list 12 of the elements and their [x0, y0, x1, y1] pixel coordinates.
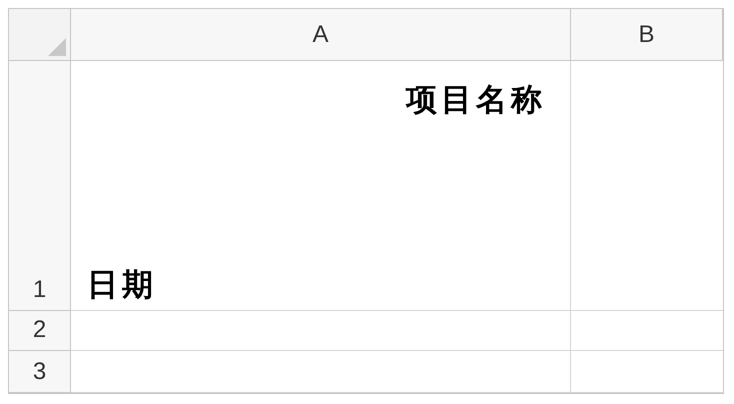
cell-text: 日期: [87, 266, 157, 304]
row-header[interactable]: 3: [9, 351, 71, 393]
select-all-corner[interactable]: [9, 9, 71, 61]
cell-text: 项目名称: [406, 81, 546, 119]
spreadsheet-cell[interactable]: [71, 311, 571, 351]
spreadsheet-cell[interactable]: [71, 351, 571, 393]
triangle-icon: [48, 38, 66, 56]
spreadsheet-cell[interactable]: 项目名称 日期: [71, 61, 571, 311]
column-header[interactable]: A: [71, 9, 571, 61]
column-header[interactable]: B: [571, 9, 723, 61]
row-header[interactable]: 2: [9, 311, 71, 351]
row-header[interactable]: 1: [9, 61, 71, 311]
